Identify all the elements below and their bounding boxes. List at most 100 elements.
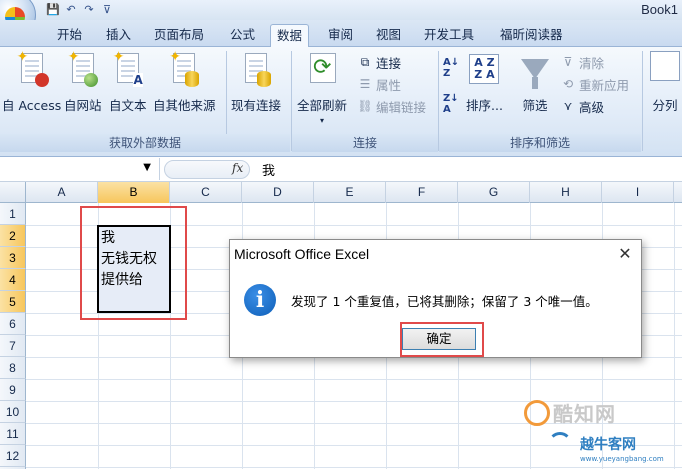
group-label-external-data: 获取外部数据 <box>0 134 290 152</box>
column-header-d[interactable]: D <box>242 182 314 203</box>
properties-button[interactable]: ☰ 属性 <box>357 74 401 94</box>
select-all-corner[interactable] <box>0 182 26 203</box>
row-header-2[interactable]: 2 <box>0 225 26 247</box>
access-icon: ✦ <box>17 49 49 87</box>
watermark-sub: 越牛客网 <box>580 437 636 453</box>
connections-button[interactable]: ⧉ 连接 <box>357 52 401 72</box>
column-header-a[interactable]: A <box>26 182 98 203</box>
name-box[interactable]: ▼ <box>0 158 160 180</box>
formula-input[interactable]: 我 <box>262 160 275 179</box>
text-to-columns-icon <box>650 51 680 87</box>
tab-home[interactable]: 开始 <box>55 24 84 47</box>
insert-function-icon[interactable]: fx <box>232 161 243 175</box>
column-header-g[interactable]: G <box>458 182 530 203</box>
tab-foxit-reader[interactable]: 福昕阅读器 <box>498 24 565 47</box>
row-header-9[interactable]: 9 <box>0 379 26 401</box>
filter-funnel-icon <box>521 59 549 89</box>
reapply-button[interactable]: ⟲ 重新应用 <box>560 74 629 94</box>
sort-dialog-icon: A Z Z A <box>469 54 500 84</box>
filter-button[interactable]: 筛选 <box>520 51 550 114</box>
ribbon: ✦ 自 Access ✦ 自网站 ✦ A 自文本 ✦ 自其他来源 现有连接 获取外… <box>0 47 682 157</box>
row-header-10[interactable]: 10 <box>0 401 26 423</box>
clear-filter-icon: ⊽ <box>563 55 573 69</box>
watermark-url: www.yueyangbang.com <box>580 455 664 463</box>
watermark-wifi-icon <box>548 432 572 456</box>
tab-review[interactable]: 审阅 <box>326 24 355 47</box>
name-box-dropdown-icon[interactable]: ▼ <box>143 162 151 173</box>
dialog-title: Microsoft Office Excel <box>234 246 370 262</box>
properties-label: 属性 <box>376 77 402 93</box>
advanced-filter-icon: ⋎ <box>563 99 573 113</box>
sort-dialog-icon-za: Z A <box>474 68 495 81</box>
group-label-connections: 连接 <box>292 134 438 152</box>
from-web-button[interactable]: ✦ 自网站 <box>64 49 102 114</box>
tab-view[interactable]: 视图 <box>374 24 403 47</box>
from-access-button[interactable]: ✦ 自 Access <box>2 49 62 114</box>
web-icon: ✦ <box>68 49 98 87</box>
sort-az-button[interactable]: A↓ Z <box>443 57 459 89</box>
row-header-12[interactable]: 12 <box>0 445 26 467</box>
row-header-8[interactable]: 8 <box>0 357 26 379</box>
row-header-6[interactable]: 6 <box>0 313 26 335</box>
save-icon[interactable]: 💾 <box>46 3 60 17</box>
highlight-box-cells <box>80 206 187 320</box>
row-header-3[interactable]: 3 <box>0 247 26 269</box>
reapply-icon: ⟲ <box>562 77 574 91</box>
column-header-h[interactable]: H <box>530 182 602 203</box>
sort-za-button[interactable]: Z↓ A <box>443 93 459 125</box>
refresh-icon <box>307 51 337 87</box>
tab-page-layout[interactable]: 页面布局 <box>152 24 206 47</box>
clear-filter-button[interactable]: ⊽ 清除 <box>560 52 604 72</box>
tab-insert[interactable]: 插入 <box>104 24 133 47</box>
row-header-5[interactable]: 5 <box>0 291 26 313</box>
tab-developer[interactable]: 开发工具 <box>422 24 476 47</box>
existing-connections-icon <box>241 51 271 87</box>
undo-icon[interactable]: ↶ <box>64 3 78 17</box>
text-to-columns-button[interactable]: 分列 <box>650 51 680 114</box>
from-text-button[interactable]: ✦ A 自文本 <box>109 49 147 114</box>
row-header-4[interactable]: 4 <box>0 269 26 291</box>
formula-bar: ▼ fx 我 <box>0 157 682 182</box>
column-header-c[interactable]: C <box>170 182 242 203</box>
from-other-sources-label: 自其他来源 <box>153 98 216 113</box>
row-header-7[interactable]: 7 <box>0 335 26 357</box>
from-other-sources-button[interactable]: ✦ 自其他来源 <box>153 49 216 114</box>
refresh-all-button[interactable]: 全部刷新 ▾ <box>297 51 347 125</box>
info-icon: i <box>244 284 276 316</box>
tab-data[interactable]: 数据 <box>270 24 310 47</box>
sort-button[interactable]: A Z Z A 排序... <box>466 51 503 114</box>
reapply-label: 重新应用 <box>579 77 630 93</box>
from-access-label: 自 Access <box>2 98 62 113</box>
connections-label: 连接 <box>376 55 402 71</box>
column-header-f[interactable]: F <box>386 182 458 203</box>
dialog-message: 发现了 1 个重复值，已将其删除；保留了 3 个唯一值。 <box>291 294 598 309</box>
advanced-filter-button[interactable]: ⋎ 高级 <box>560 96 604 116</box>
column-header-i[interactable]: I <box>602 182 674 203</box>
text-file-icon: ✦ A <box>112 49 143 87</box>
other-sources-icon: ✦ <box>169 49 200 87</box>
window-title: Book1 <box>641 2 678 17</box>
from-web-label: 自网站 <box>64 98 102 113</box>
sort-descending-icon: Z↓ A <box>443 93 459 115</box>
clear-filter-label: 清除 <box>579 55 605 71</box>
column-header-e[interactable]: E <box>314 182 386 203</box>
existing-connections-label: 现有连接 <box>231 98 282 113</box>
close-icon[interactable]: ✕ <box>615 244 635 264</box>
connections-icon: ⧉ <box>360 55 370 69</box>
tab-formulas[interactable]: 公式 <box>228 24 257 47</box>
row-header-11[interactable]: 11 <box>0 423 26 445</box>
refresh-dropdown-icon: ▾ <box>320 116 325 125</box>
from-text-label: 自文本 <box>109 98 147 113</box>
sort-ascending-icon: A↓ Z <box>443 57 460 79</box>
customize-qat-icon[interactable]: ⊽ <box>100 3 114 17</box>
existing-connections-button[interactable]: 现有连接 <box>231 51 281 114</box>
advanced-filter-label: 高级 <box>579 99 605 115</box>
row-header-1[interactable]: 1 <box>0 203 26 225</box>
highlight-box-ok <box>400 322 484 357</box>
filter-label: 筛选 <box>522 98 548 113</box>
properties-icon: ☰ <box>359 77 371 91</box>
text-to-columns-label: 分列 <box>652 98 678 113</box>
redo-icon[interactable]: ↷ <box>82 3 96 17</box>
edit-links-button[interactable]: ⛓ 编辑链接 <box>357 96 426 116</box>
column-header-b[interactable]: B <box>98 182 170 203</box>
